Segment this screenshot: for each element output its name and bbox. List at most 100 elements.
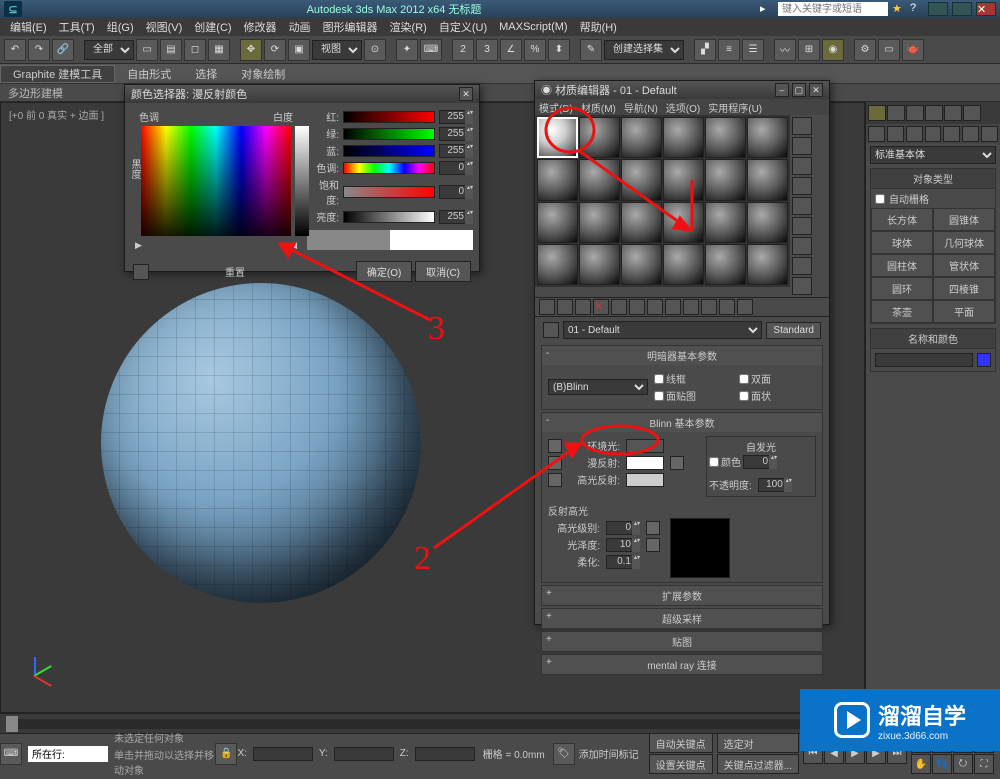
select-name-icon[interactable]: ▤ <box>160 39 182 61</box>
lock-sel-icon[interactable]: 🔒 <box>215 743 237 765</box>
prim-cylinder[interactable]: 圆柱体 <box>871 254 933 277</box>
prim-teapot[interactable]: 茶壶 <box>871 300 933 323</box>
named-sel-set[interactable]: 创建选择集 <box>604 40 684 60</box>
walk-icon[interactable]: 👣 <box>932 754 952 774</box>
gloss-map-icon[interactable] <box>646 538 660 552</box>
mentalray-rollout[interactable]: mental ray 连接 <box>542 655 822 674</box>
whiteness-slider[interactable] <box>295 126 309 236</box>
maximize-viewport-icon[interactable]: ⛶ <box>974 754 994 774</box>
ref-coord[interactable]: 视图 <box>312 40 362 60</box>
keyboard-icon[interactable]: ⌨ <box>420 39 442 61</box>
layers-icon[interactable]: ☰ <box>742 39 764 61</box>
material-slot[interactable] <box>537 244 578 285</box>
prim-plane[interactable]: 平面 <box>933 300 995 323</box>
material-slot[interactable] <box>705 117 746 158</box>
me-menu-util[interactable]: 实用程序(U) <box>708 100 762 115</box>
selfillum-color-checkbox[interactable] <box>709 457 719 467</box>
maxscript-icon[interactable]: ⌨ <box>0 743 22 765</box>
maxscript-listener[interactable]: 所在行: <box>28 746 108 762</box>
soften-spinner[interactable]: 0.1 <box>606 555 640 569</box>
render-icon[interactable]: 🫖 <box>902 39 924 61</box>
red-slider[interactable] <box>343 111 435 123</box>
twosided-checkbox[interactable] <box>739 374 749 384</box>
move-icon[interactable]: ✥ <box>240 39 262 61</box>
angle-snap-icon[interactable]: ∠ <box>500 39 522 61</box>
eyedropper-icon[interactable] <box>133 264 149 280</box>
setkey-button[interactable]: 设置关键点 <box>649 754 713 774</box>
green-slider[interactable] <box>343 128 435 140</box>
me-options-icon[interactable] <box>792 237 812 255</box>
me-go-forward-icon[interactable] <box>737 299 753 315</box>
add-time-tag-icon[interactable]: 🏷 <box>553 743 575 765</box>
primitive-category[interactable]: 标准基本体 <box>870 146 996 164</box>
specular-swatch[interactable] <box>626 473 664 487</box>
spacewarps-icon[interactable] <box>962 126 979 142</box>
opacity-spinner[interactable]: 100 <box>758 478 792 492</box>
me-make-unique-icon[interactable] <box>629 299 645 315</box>
material-slot[interactable] <box>621 202 662 243</box>
ambient-lock-icon[interactable] <box>548 439 562 453</box>
material-slot[interactable] <box>621 244 662 285</box>
scene-sphere[interactable] <box>101 283 421 603</box>
me-background-icon[interactable] <box>792 157 812 175</box>
faceted-checkbox[interactable] <box>739 391 749 401</box>
motion-tab-icon[interactable] <box>925 105 943 121</box>
material-slot[interactable] <box>747 244 788 285</box>
spec-map-icon[interactable] <box>646 521 660 535</box>
color-picker-window[interactable]: 颜色选择器: 漫反射颜色 ✕ 色调白度 黑度 ▶◀ 红:255 绿:255 蓝:… <box>124 84 480 272</box>
keyfilter-button[interactable]: 关键点过滤器... <box>717 754 799 774</box>
cameras-icon[interactable] <box>925 126 942 142</box>
me-put-to-scene-icon[interactable] <box>557 299 573 315</box>
info-icon[interactable]: ▸ <box>760 2 774 16</box>
time-slider[interactable] <box>6 719 816 729</box>
me-preview-icon[interactable] <box>792 217 812 235</box>
green-spinner[interactable]: 255 <box>439 127 473 141</box>
material-slot[interactable] <box>537 117 578 158</box>
prim-pyramid[interactable]: 四棱锥 <box>933 277 995 300</box>
edit-named-sel-icon[interactable]: ✎ <box>580 39 602 61</box>
spinner-snap-icon[interactable]: ⬍ <box>548 39 570 61</box>
cancel-button[interactable]: 取消(C) <box>415 261 471 282</box>
hierarchy-tab-icon[interactable] <box>906 105 924 121</box>
sub-ribbon-label[interactable]: 多边形建模 <box>8 85 63 101</box>
material-slot[interactable] <box>747 117 788 158</box>
ribbon-tab-selection[interactable]: 选择 <box>183 66 229 82</box>
pick-material-icon[interactable] <box>543 322 559 338</box>
specular-lock-icon[interactable] <box>548 473 562 487</box>
ok-button[interactable]: 确定(O) <box>356 261 412 282</box>
material-slot[interactable] <box>621 117 662 158</box>
extended-rollout[interactable]: 扩展参数 <box>542 586 822 605</box>
autogrid-checkbox[interactable] <box>875 194 885 204</box>
close-button[interactable]: ✕ <box>976 2 996 16</box>
align-icon[interactable]: ≡ <box>718 39 740 61</box>
me-put-library-icon[interactable] <box>647 299 663 315</box>
material-slot[interactable] <box>579 117 620 158</box>
me-select-by-mat-icon[interactable] <box>792 257 812 275</box>
helpers-icon[interactable] <box>943 126 960 142</box>
display-tab-icon[interactable] <box>944 105 962 121</box>
material-slot[interactable] <box>579 202 620 243</box>
blinn-rollout[interactable]: Blinn 基本参数 <box>542 413 822 432</box>
material-slot[interactable] <box>537 202 578 243</box>
selection-filter[interactable]: 全部 <box>84 40 134 60</box>
hue-arrow-left[interactable]: ▶ <box>135 240 142 251</box>
material-slot[interactable] <box>579 159 620 200</box>
select-icon[interactable]: ▭ <box>136 39 158 61</box>
material-slot[interactable] <box>663 202 704 243</box>
utilities-tab-icon[interactable] <box>963 105 981 121</box>
facemap-checkbox[interactable] <box>654 391 664 401</box>
me-slot-count-icon[interactable] <box>792 277 812 295</box>
menu-animation[interactable]: 动画 <box>283 19 317 35</box>
material-slot[interactable] <box>705 202 746 243</box>
me-min-icon[interactable]: – <box>775 83 789 97</box>
me-sample-type-icon[interactable] <box>792 117 812 135</box>
material-slot[interactable] <box>621 159 662 200</box>
undo-icon[interactable]: ↶ <box>4 39 26 61</box>
me-close-icon[interactable]: ✕ <box>809 83 823 97</box>
prim-box[interactable]: 长方体 <box>871 208 933 231</box>
me-backlight-icon[interactable] <box>792 137 812 155</box>
prim-tube[interactable]: 管状体 <box>933 254 995 277</box>
autokey-button[interactable]: 自动关键点 <box>649 733 713 753</box>
me-show-map-icon[interactable] <box>683 299 699 315</box>
menu-customize[interactable]: 自定义(U) <box>433 19 493 35</box>
